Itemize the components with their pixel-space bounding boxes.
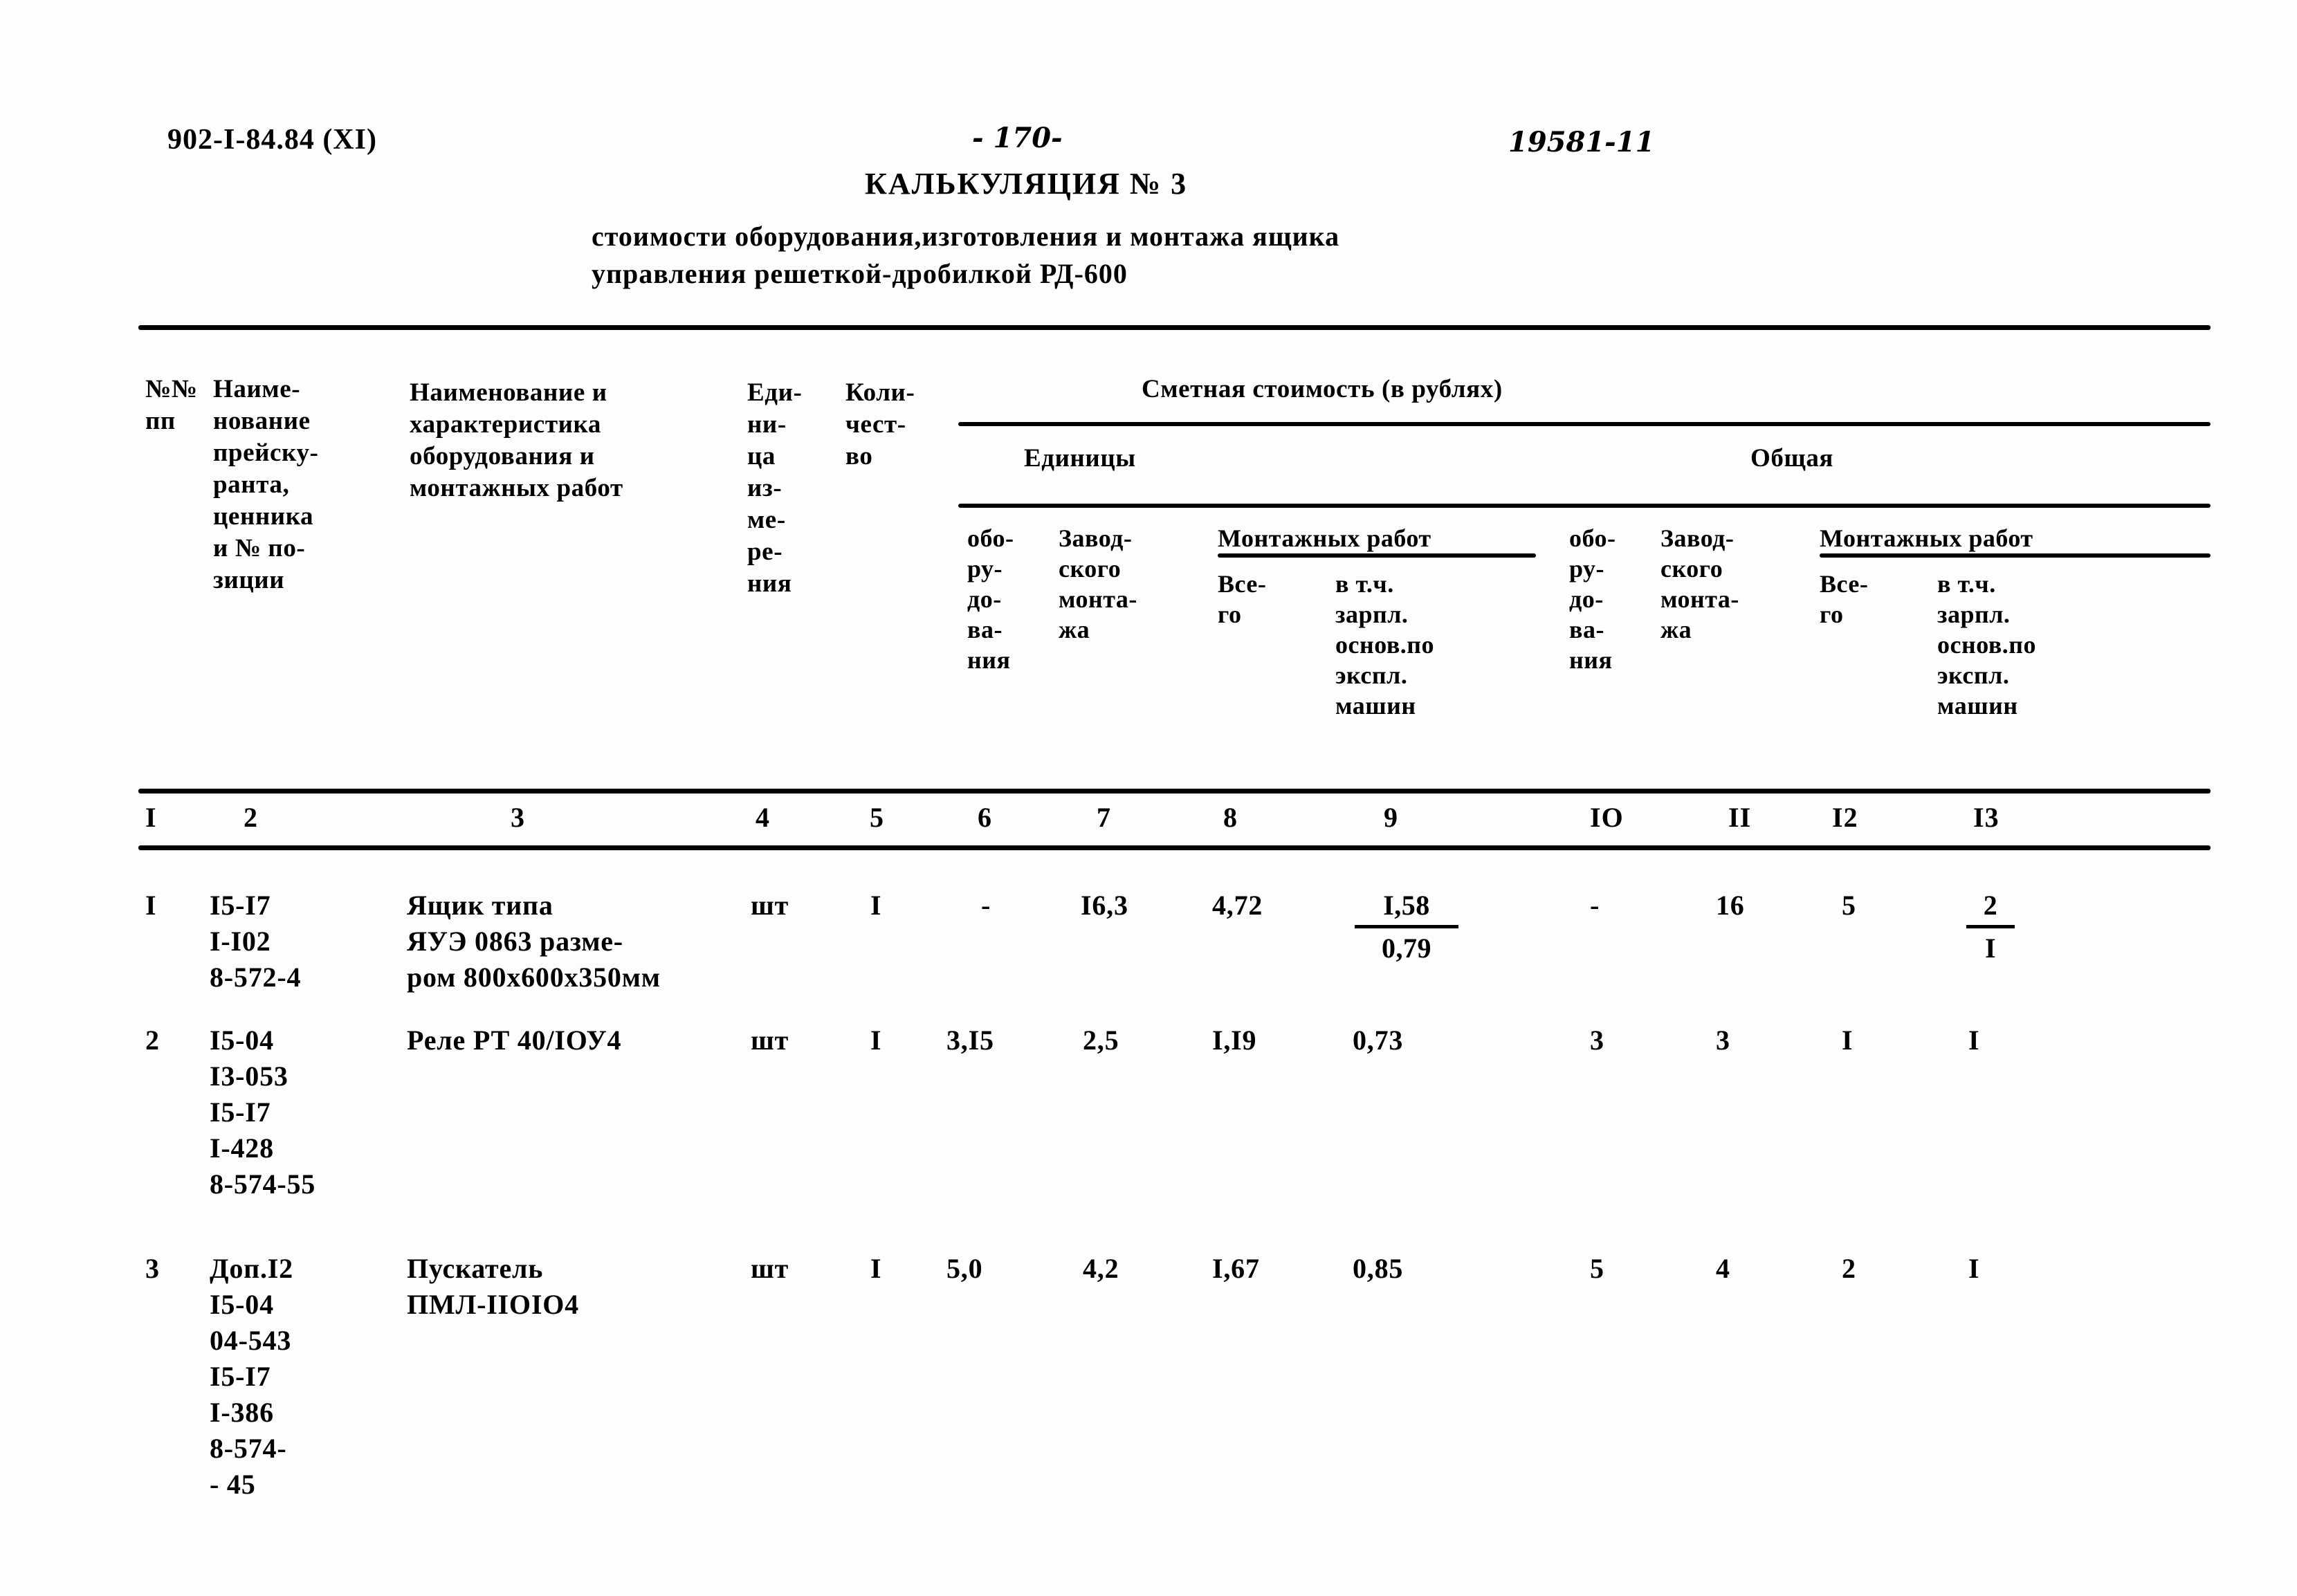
fraction-numerator: 2 (1966, 888, 2015, 928)
row-unit-equipment: 3,I5 (946, 1025, 994, 1056)
column-number-9: 9 (1384, 802, 1398, 833)
subheader-total-total: Все- го (1820, 570, 1869, 628)
row-unit-installation-total: I,I9 (1212, 1025, 1257, 1056)
row-unit-installation-wages: 0,73 (1353, 1025, 1404, 1056)
row-price-list-codes: I5-04 I3-053 I5-I7 I-428 8-574-55 (210, 1025, 316, 1200)
column-number-13: I3 (1973, 802, 1999, 833)
subheader-unit-factory-assembly: Завод- ского монта- жа (1059, 524, 1137, 643)
column-number-4: 4 (756, 802, 770, 833)
subheader-total-equipment: обо- ру- до- ва- ния (1569, 524, 1616, 674)
row-total-factory-assembly: 16 (1716, 890, 1745, 921)
page-number: - 170- (972, 122, 1063, 154)
row-total-installation-wages: I (1968, 1253, 1980, 1284)
column-number-10: IO (1590, 802, 1624, 833)
row-unit-installation-total: 4,72 (1212, 890, 1263, 921)
row-unit-factory-assembly: 2,5 (1083, 1025, 1119, 1056)
row-unit: шт (751, 890, 789, 921)
column-header-price-list: Наиме- нование прейску- ранта, ценника и… (213, 375, 319, 594)
column-header-group-per-unit: Единицы (1024, 444, 1136, 473)
row-number: I (145, 890, 157, 921)
subheader-unit-total: Все- го (1218, 570, 1267, 628)
column-header-equipment-description: Наименование и характеристика оборудован… (410, 378, 623, 502)
column-number-6: 6 (978, 802, 992, 833)
row-total-installation-total: 5 (1842, 890, 1856, 921)
subheader-unit-equipment: обо- ру- до- ва- ния (967, 524, 1014, 674)
row-total-equipment: - (1590, 890, 1600, 921)
row-description: Ящик типа ЯУЭ 0863 разме- ром 800х600х35… (407, 890, 661, 993)
page-title: КАЛЬКУЛЯЦИЯ № 3 (865, 167, 1188, 201)
row-price-list-codes: Доп.I2 I5-04 04-543 I5-I7 I-386 8-574- -… (210, 1253, 293, 1500)
column-number-8: 8 (1223, 802, 1238, 833)
row-unit-installation-wages: 0,85 (1353, 1253, 1404, 1284)
subheader-total-including-wages: в т.ч. зарпл. основ.по экспл. машин (1937, 570, 2037, 719)
header-bottom-rule (138, 789, 2211, 794)
subheader-unit-installation-works: Монтажных работ (1218, 524, 1431, 552)
fraction-numerator: I,58 (1355, 888, 1458, 928)
column-number-2: 2 (244, 802, 258, 833)
smeta-group-rule (958, 422, 2211, 426)
row-unit-installation-total: I,67 (1212, 1253, 1260, 1284)
row-description: Реле РТ 40/IОУ4 (407, 1025, 622, 1056)
column-number-3: 3 (511, 802, 525, 833)
document-page: 902-I-84.84 (XI) - 170- 19581-11 КАЛЬКУЛ… (0, 0, 2297, 1596)
page-subtitle-line-1: стоимости оборудования,изготовления и мо… (592, 221, 1340, 252)
row-description: Пускатель ПМЛ-IIOIО4 (407, 1253, 579, 1320)
subgroup-rule (958, 504, 2211, 508)
fraction-denominator: 0,79 (1382, 933, 1431, 964)
montazh-rule-left (1218, 553, 1536, 558)
column-number-7: 7 (1097, 802, 1111, 833)
column-header-unit: Еди- ни- ца из- ме- ре- ния (747, 378, 803, 598)
document-code: 902-I-84.84 (XI) (167, 124, 377, 156)
row-unit-equipment: 5,0 (946, 1253, 983, 1284)
row-total-factory-assembly: 3 (1716, 1025, 1730, 1056)
row-total-installation-wages: I (1968, 1025, 1980, 1056)
column-number-1: I (145, 802, 157, 833)
row-unit: шт (751, 1253, 789, 1284)
row-total-equipment: 3 (1590, 1025, 1604, 1056)
column-number-11: II (1728, 802, 1752, 833)
fraction-denominator: I (1984, 933, 1997, 964)
row-unit-installation-wages-fraction: I,58 0,79 (1355, 888, 1458, 966)
row-unit-factory-assembly: 4,2 (1083, 1253, 1119, 1284)
column-header-quantity: Коли- чест- во (845, 378, 915, 470)
archive-stamp: 19581-11 (1508, 126, 1655, 158)
column-header-group-total: Общая (1750, 444, 1834, 473)
page-subtitle-line-2: управления решеткой-дробилкой РД-600 (592, 258, 1128, 289)
column-number-5: 5 (870, 802, 884, 833)
subheader-total-factory-assembly: Завод- ского монта- жа (1660, 524, 1739, 643)
row-total-installation-wages-fraction: 2 I (1966, 888, 2015, 966)
row-total-installation-total: I (1842, 1025, 1854, 1056)
row-number: 2 (145, 1025, 160, 1056)
column-numbers-rule (138, 845, 2211, 850)
row-unit-factory-assembly: I6,3 (1081, 890, 1128, 921)
row-unit: шт (751, 1025, 789, 1056)
row-total-installation-total: 2 (1842, 1253, 1856, 1284)
montazh-rule-right (1820, 553, 2211, 558)
table-top-rule (138, 325, 2211, 330)
column-number-12: I2 (1832, 802, 1858, 833)
subheader-unit-including-wages: в т.ч. зарпл. основ.по экспл. машин (1335, 570, 1435, 719)
row-total-equipment: 5 (1590, 1253, 1604, 1284)
row-price-list-codes: I5-I7 I-I02 8-572-4 (210, 890, 302, 993)
subheader-total-installation-works: Монтажных работ (1820, 524, 2033, 552)
row-quantity: I (870, 890, 882, 921)
column-header-estimated-cost: Сметная стоимость (в рублях) (1142, 375, 1503, 403)
row-total-factory-assembly: 4 (1716, 1253, 1730, 1284)
row-number: 3 (145, 1253, 160, 1284)
